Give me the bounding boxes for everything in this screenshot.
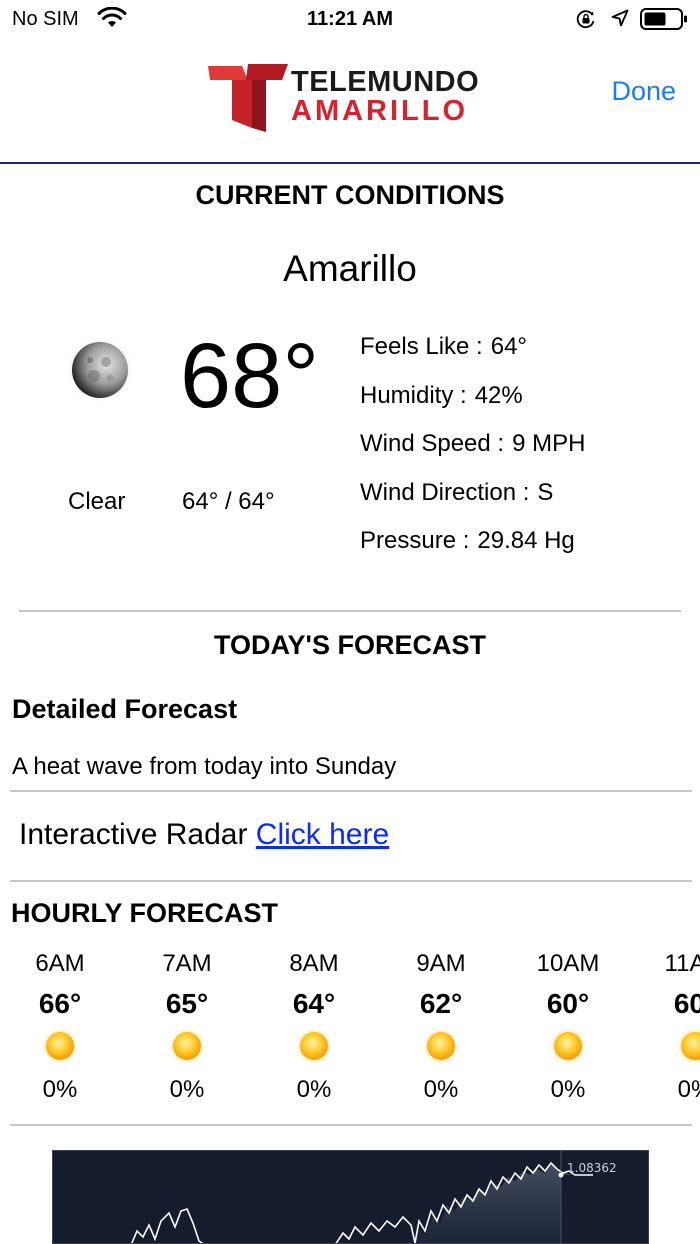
hour-temp: 66° [38, 988, 82, 1019]
logo-text-amarillo: AMARILLO [291, 95, 469, 127]
hour-precip: 0% [169, 1076, 205, 1103]
ad-price-label: 1.08362 [567, 1161, 617, 1175]
hour-temp: 60° [673, 988, 700, 1019]
sun-icon [423, 1028, 459, 1064]
hour-temp: 64° [292, 988, 336, 1019]
moon-icon [66, 336, 134, 404]
hour-item: 11AM 60° 0% [635, 948, 700, 1106]
city-name: Amarillo [283, 248, 417, 289]
telemundo-t-logo-icon [208, 64, 288, 132]
hour-item: 10AM 60° 0% [508, 948, 628, 1106]
detail-wind-speed: Wind Speed : 9 MPH [360, 420, 585, 469]
telemundo-logo: TELEMUNDO AMARILLO [208, 62, 498, 134]
radar-click-here-link[interactable]: Click here [256, 818, 389, 851]
ad-banner[interactable]: 1.08362 [52, 1150, 649, 1244]
detail-pressure: Pressure : 29.84 Hg [360, 517, 585, 566]
hour-temp: 65° [165, 988, 209, 1019]
conditions-details: Feels Like : 64° Humidity : 42% Wind Spe… [360, 323, 585, 566]
sun-icon [296, 1028, 332, 1064]
detail-label: Wind Speed : [360, 430, 505, 458]
interactive-radar: Interactive Radar Click here [19, 818, 389, 852]
hour-time: 9AM [416, 950, 466, 977]
battery-icon [640, 8, 687, 30]
divider [10, 1124, 692, 1126]
hour-item: 9AM 62° 0% [381, 948, 501, 1106]
hour-item: 7AM 65° 0% [127, 948, 247, 1106]
current-conditions-title: CURRENT CONDITIONS [195, 180, 505, 210]
ad-chart-graphic [130, 1151, 593, 1243]
detailed-forecast-title: Detailed Forecast [12, 694, 238, 724]
detail-value: S [537, 478, 554, 506]
detail-label: Feels Like : [360, 333, 483, 361]
hour-item: 8AM 64° 0% [254, 948, 374, 1106]
todays-forecast-title: TODAY'S FORECAST [214, 630, 486, 660]
nav-bar: TELEMUNDO AMARILLO Done [0, 40, 700, 164]
hour-precip: 0% [677, 1076, 700, 1103]
detail-value: 9 MPH [512, 430, 586, 458]
sun-icon [42, 1028, 78, 1064]
hi-lo-temperature: 64° / 64° [182, 488, 275, 515]
radar-label: Interactive Radar [19, 818, 248, 851]
hourly-forecast-strip[interactable]: 6AM 66° 0% 7AM 65° 0% 8AM 64° 0% 9AM 62°… [0, 948, 700, 1118]
detail-feels-like: Feels Like : 64° [360, 323, 585, 372]
hour-temp: 62° [419, 988, 463, 1019]
sun-icon [169, 1028, 205, 1064]
hour-precip: 0% [42, 1076, 78, 1103]
detailed-forecast-text: A heat wave from today into Sunday [12, 753, 397, 780]
divider [19, 610, 681, 612]
hour-time: 6AM [35, 950, 85, 977]
condition-label: Clear [68, 488, 126, 515]
detail-value: 29.84 Hg [477, 527, 575, 555]
detail-label: Wind Direction : [360, 478, 530, 506]
hour-temp: 60° [546, 988, 590, 1019]
divider [10, 790, 692, 792]
hour-precip: 0% [550, 1076, 586, 1103]
status-bar: No SIM 11:21 AM [0, 0, 700, 40]
hour-item: 6AM 66° 0% [0, 948, 120, 1106]
detail-value: 42% [474, 381, 523, 409]
orientation-lock-icon [576, 10, 595, 29]
hour-time: 10AM [536, 950, 600, 977]
detail-humidity: Humidity : 42% [360, 372, 585, 421]
hour-time: 8AM [289, 950, 339, 977]
divider [10, 880, 692, 882]
location-arrow-icon [611, 9, 629, 27]
hour-precip: 0% [296, 1076, 332, 1103]
hour-time: 7AM [162, 950, 212, 977]
detail-label: Humidity : [360, 381, 467, 409]
hour-precip: 0% [423, 1076, 459, 1103]
detail-value: 64° [490, 333, 528, 361]
detail-wind-direction: Wind Direction : S [360, 469, 585, 518]
sun-icon [677, 1028, 700, 1064]
hourly-forecast-title: HOURLY FORECAST [11, 898, 279, 928]
done-button[interactable]: Done [611, 76, 676, 107]
current-temperature: 68° [180, 325, 320, 427]
hour-time: 11AM [664, 950, 700, 977]
sun-icon [550, 1028, 586, 1064]
detail-label: Pressure : [360, 527, 470, 555]
